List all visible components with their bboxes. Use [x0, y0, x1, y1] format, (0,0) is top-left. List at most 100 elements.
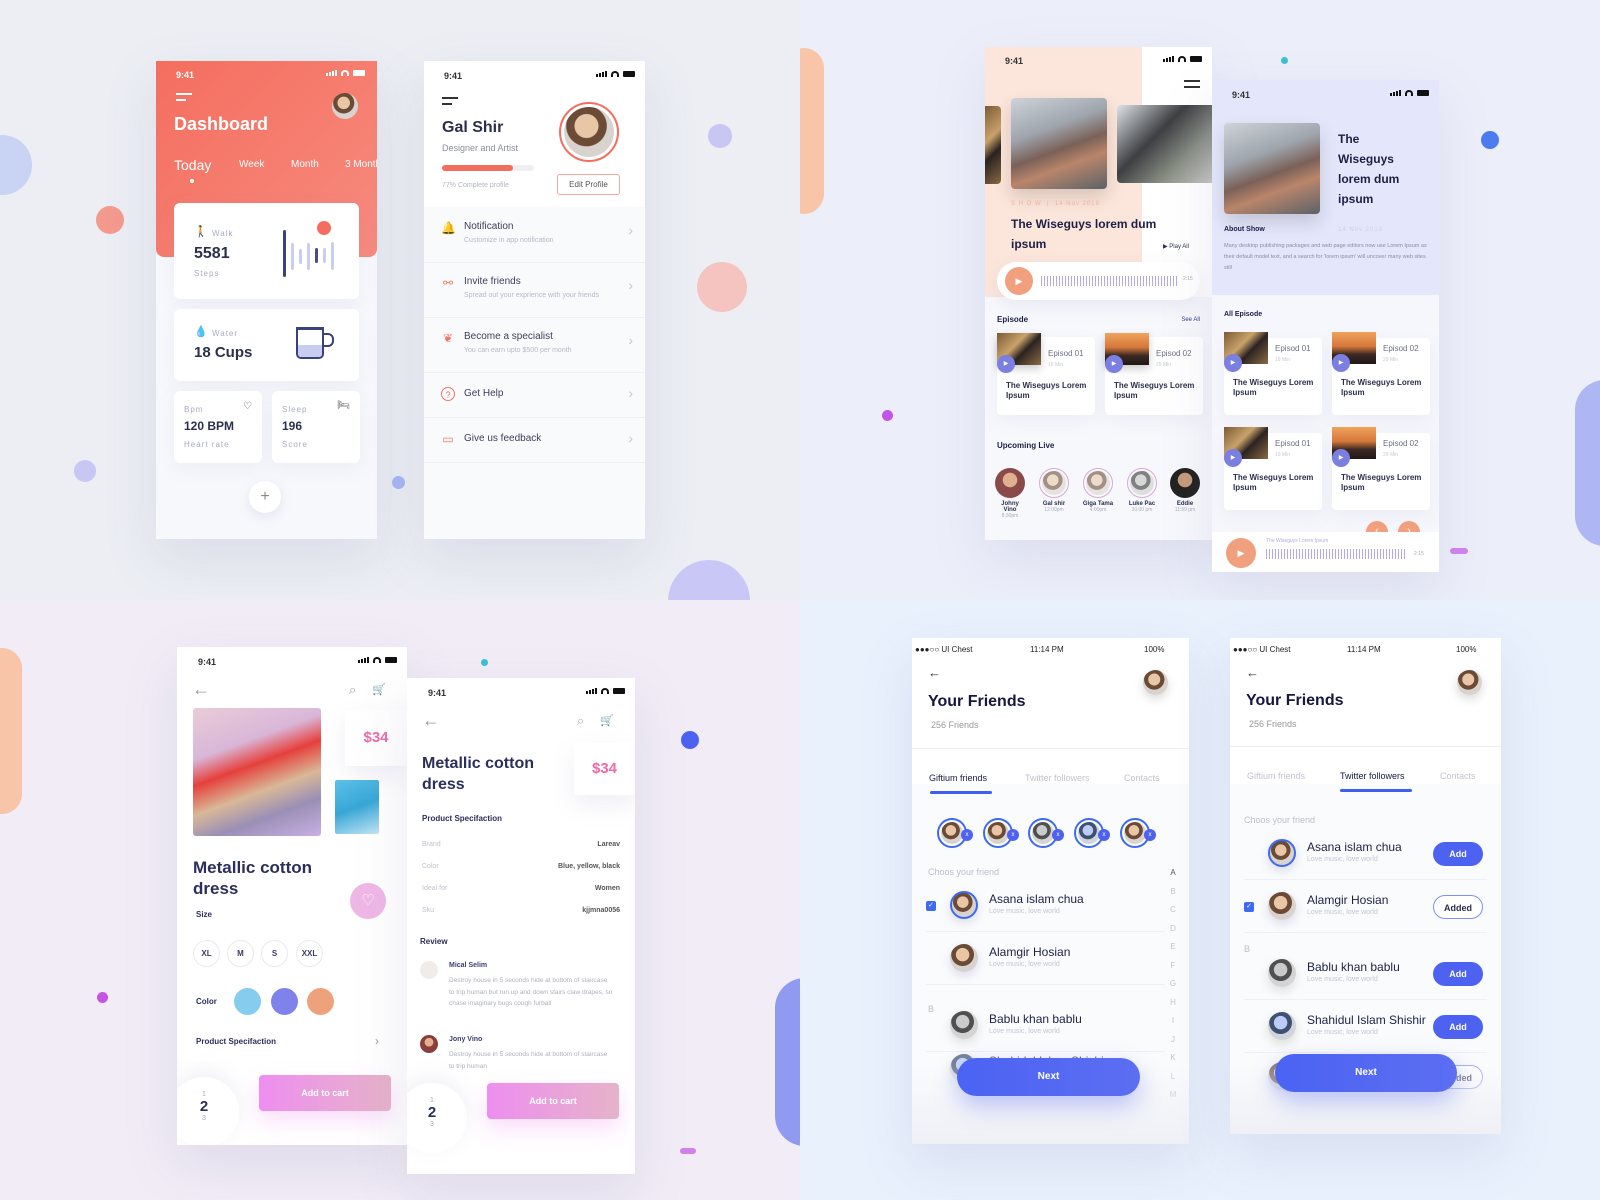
friend-row[interactable]: Bablu khan bablu Love music, love world — [926, 1000, 1165, 1052]
size-option-s[interactable]: S — [261, 940, 288, 967]
qty-option[interactable]: 3 — [407, 1121, 467, 1128]
episode-card[interactable]: ▶ Episod 02 29 Min The Wiseguys Lorem Ip… — [1105, 333, 1203, 415]
friend-row[interactable]: Alamgir Hosian Love music, love world — [926, 933, 1165, 985]
menu-icon[interactable] — [176, 93, 192, 105]
live-host[interactable]: Johny Vino 8:30pm — [994, 468, 1026, 519]
add-button[interactable]: Add — [1433, 1015, 1483, 1039]
see-all-link[interactable]: See All — [1181, 317, 1200, 323]
tab-giftium-friends[interactable]: Giftium friends — [1247, 771, 1305, 781]
quantity-stepper[interactable]: 1 2 3 — [177, 1077, 239, 1145]
size-option-m[interactable]: M — [227, 940, 254, 967]
user-avatar[interactable] — [1143, 670, 1168, 695]
play-button[interactable]: ▶ — [1332, 354, 1350, 372]
selected-friend[interactable]: x — [983, 818, 1019, 848]
friend-row[interactable]: ✓ Alamgir Hosian Love music, love world … — [1244, 881, 1487, 933]
show-cover-next[interactable] — [1117, 105, 1212, 183]
profile-avatar[interactable] — [559, 102, 619, 162]
alphabet-letter[interactable]: H — [1168, 994, 1178, 1013]
tab-3-month[interactable]: 3 Month — [345, 159, 377, 170]
add-to-cart-button[interactable]: Add to cart — [487, 1083, 619, 1119]
quantity-stepper[interactable]: 1 2 3 — [407, 1083, 467, 1153]
qty-selected[interactable]: 2 — [177, 1098, 239, 1115]
show-cover[interactable] — [1011, 98, 1107, 189]
remove-icon[interactable]: x — [1007, 829, 1019, 841]
alphabet-letter[interactable]: B — [1168, 883, 1178, 902]
friend-row[interactable]: Asana islam chua Love music, love world … — [1244, 828, 1487, 880]
walk-card[interactable]: 🚶 Walk 5581 Steps — [174, 203, 359, 299]
play-button[interactable]: ▶ — [1224, 449, 1242, 467]
cart-icon[interactable]: 🛒 — [372, 683, 386, 696]
add-to-cart-button[interactable]: Add to cart — [259, 1075, 391, 1111]
back-arrow-icon[interactable]: ← — [192, 679, 210, 700]
add-button[interactable]: Add — [1433, 842, 1483, 866]
product-thumbnail[interactable] — [335, 780, 379, 834]
episode-card[interactable]: ▶ Episod 01 19 Min The Wiseguys Lorem Ip… — [1224, 332, 1322, 415]
alphabet-letter[interactable]: C — [1168, 901, 1178, 920]
live-host[interactable]: Giga Tama 4:00pm — [1082, 468, 1114, 513]
menu-icon[interactable] — [442, 97, 458, 109]
tab-today[interactable]: Today — [174, 157, 211, 173]
color-swatch[interactable] — [307, 988, 334, 1015]
favorite-button[interactable]: ♡ — [350, 883, 386, 919]
remove-icon[interactable]: x — [1144, 829, 1156, 841]
remove-icon[interactable]: x — [1052, 829, 1064, 841]
friend-checkbox[interactable]: ✓ — [926, 901, 936, 911]
qty-option[interactable]: 1 — [177, 1091, 239, 1098]
color-swatch[interactable] — [271, 988, 298, 1015]
episode-card[interactable]: ▶ Episod 02 29 Min The Wiseguys Lorem Ip… — [1332, 332, 1430, 415]
qty-selected[interactable]: 2 — [407, 1104, 467, 1121]
episode-card[interactable]: ▶ Episod 02 29 Min The Wiseguys Lorem Ip… — [1332, 427, 1430, 510]
added-button[interactable]: Added — [1433, 895, 1483, 919]
back-arrow-icon[interactable]: ← — [422, 710, 440, 731]
menu-item-specialist[interactable]: ❦ Become a specialist You can earn upto … — [424, 319, 645, 373]
play-button[interactable]: ▶ — [997, 355, 1015, 373]
next-button[interactable]: Next — [957, 1058, 1140, 1096]
alphabet-letter[interactable]: J — [1168, 1031, 1178, 1050]
size-option-xl[interactable]: XL — [193, 940, 220, 967]
tab-contacts[interactable]: Contacts — [1440, 771, 1476, 781]
cart-icon[interactable]: 🛒 — [600, 714, 614, 727]
tab-twitter-followers[interactable]: Twitter followers — [1340, 771, 1405, 781]
friend-row[interactable]: Shahidul Islam Shishir Love music, love … — [1244, 1001, 1487, 1053]
edit-profile-button[interactable]: Edit Profile — [557, 174, 620, 195]
tab-contacts[interactable]: Contacts — [1124, 773, 1160, 783]
search-icon[interactable]: ⌕ — [577, 713, 584, 729]
alphabet-letter[interactable]: E — [1168, 938, 1178, 957]
play-button[interactable]: ▶ — [1224, 354, 1242, 372]
back-arrow-icon[interactable]: ← — [1246, 665, 1259, 680]
search-icon[interactable]: ⌕ — [349, 682, 356, 698]
episode-card[interactable]: ▶ Episod 01 19 Min The Wiseguys Lorem Ip… — [997, 333, 1095, 415]
selected-friend[interactable]: x — [1120, 818, 1156, 848]
friend-row[interactable]: Bablu khan bablu Love music, love world … — [1244, 948, 1487, 1000]
live-host[interactable]: Gal shir 12:00pm — [1038, 468, 1070, 513]
tab-giftium-friends[interactable]: Giftium friends — [929, 773, 987, 783]
color-swatch[interactable] — [234, 988, 261, 1015]
play-all-link[interactable]: ▶ Play All — [1163, 243, 1189, 250]
audio-waveform[interactable] — [1266, 549, 1406, 559]
bpm-card[interactable]: Bpm ♡ 120 BPM Heart rate — [174, 391, 262, 463]
play-button[interactable]: ▶ — [1226, 538, 1256, 568]
show-cover-prev[interactable] — [985, 106, 1001, 184]
tab-twitter-followers[interactable]: Twitter followers — [1025, 773, 1090, 783]
menu-item-notification[interactable]: 🔔 Notification Customize in app notifica… — [424, 209, 645, 263]
chevron-right-icon[interactable]: › — [375, 1034, 379, 1048]
episode-card[interactable]: ▶ Episod 01 19 Min The Wiseguys Lorem Ip… — [1224, 427, 1322, 510]
menu-item-help[interactable]: ? Get Help › — [424, 374, 645, 418]
friend-checkbox[interactable]: ✓ — [1244, 902, 1254, 912]
alphabet-letter[interactable]: D — [1168, 920, 1178, 939]
alphabet-letter[interactable]: F — [1168, 957, 1178, 976]
water-card[interactable]: 💧 Water 18 Cups — [174, 309, 359, 381]
selected-friend[interactable]: x — [937, 818, 973, 848]
add-button[interactable]: Add — [1433, 962, 1483, 986]
alphabet-letter[interactable]: A — [1168, 864, 1178, 883]
friend-row[interactable]: ✓ Asana islam chua Love music, love worl… — [926, 880, 1165, 932]
play-button[interactable]: ▶ — [1005, 267, 1033, 295]
alphabet-letter[interactable]: I — [1168, 1012, 1178, 1031]
audio-waveform[interactable] — [1041, 276, 1179, 286]
tab-week[interactable]: Week — [239, 159, 264, 170]
play-button[interactable]: ▶ — [1332, 449, 1350, 467]
menu-icon[interactable] — [1184, 80, 1200, 92]
qty-option[interactable]: 3 — [177, 1115, 239, 1122]
back-arrow-icon[interactable]: ← — [928, 665, 941, 680]
live-host[interactable]: Luke Pac 10:00 pm — [1126, 468, 1158, 513]
